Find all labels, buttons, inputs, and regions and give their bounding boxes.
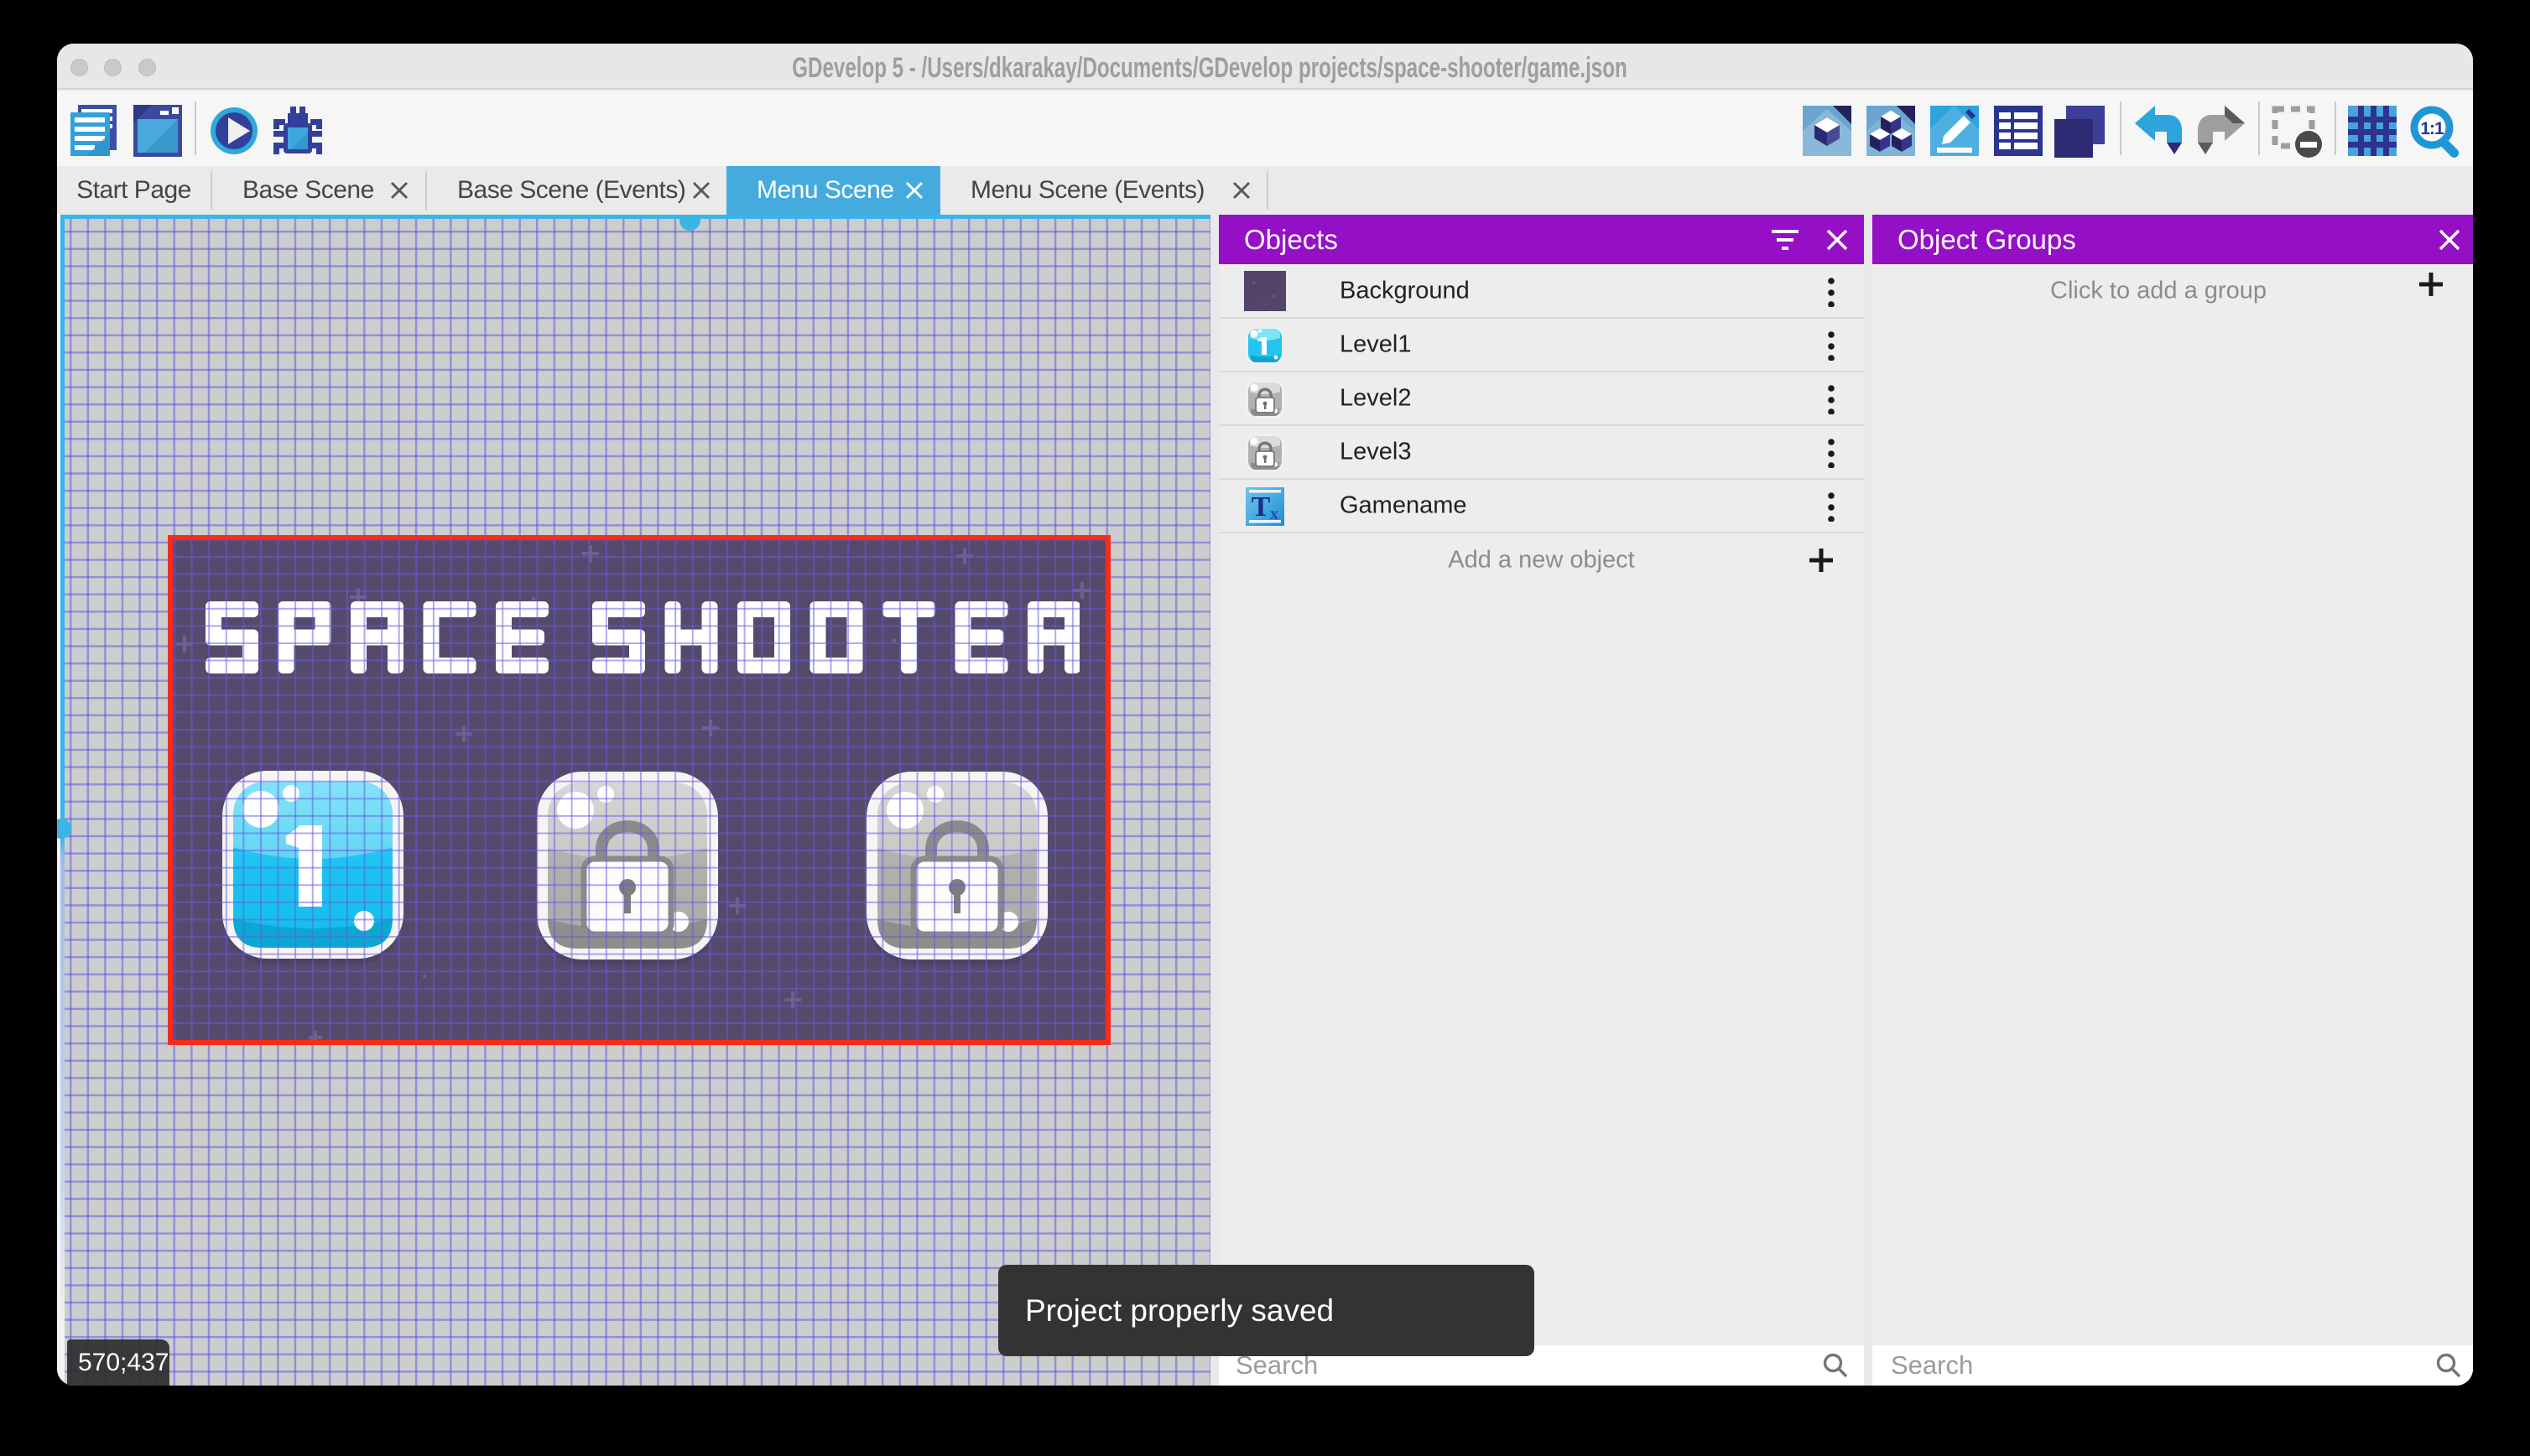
- svg-text:x: x: [1270, 505, 1278, 523]
- svg-text:T: T: [1252, 491, 1271, 523]
- svg-text:1:1: 1:1: [2420, 119, 2444, 138]
